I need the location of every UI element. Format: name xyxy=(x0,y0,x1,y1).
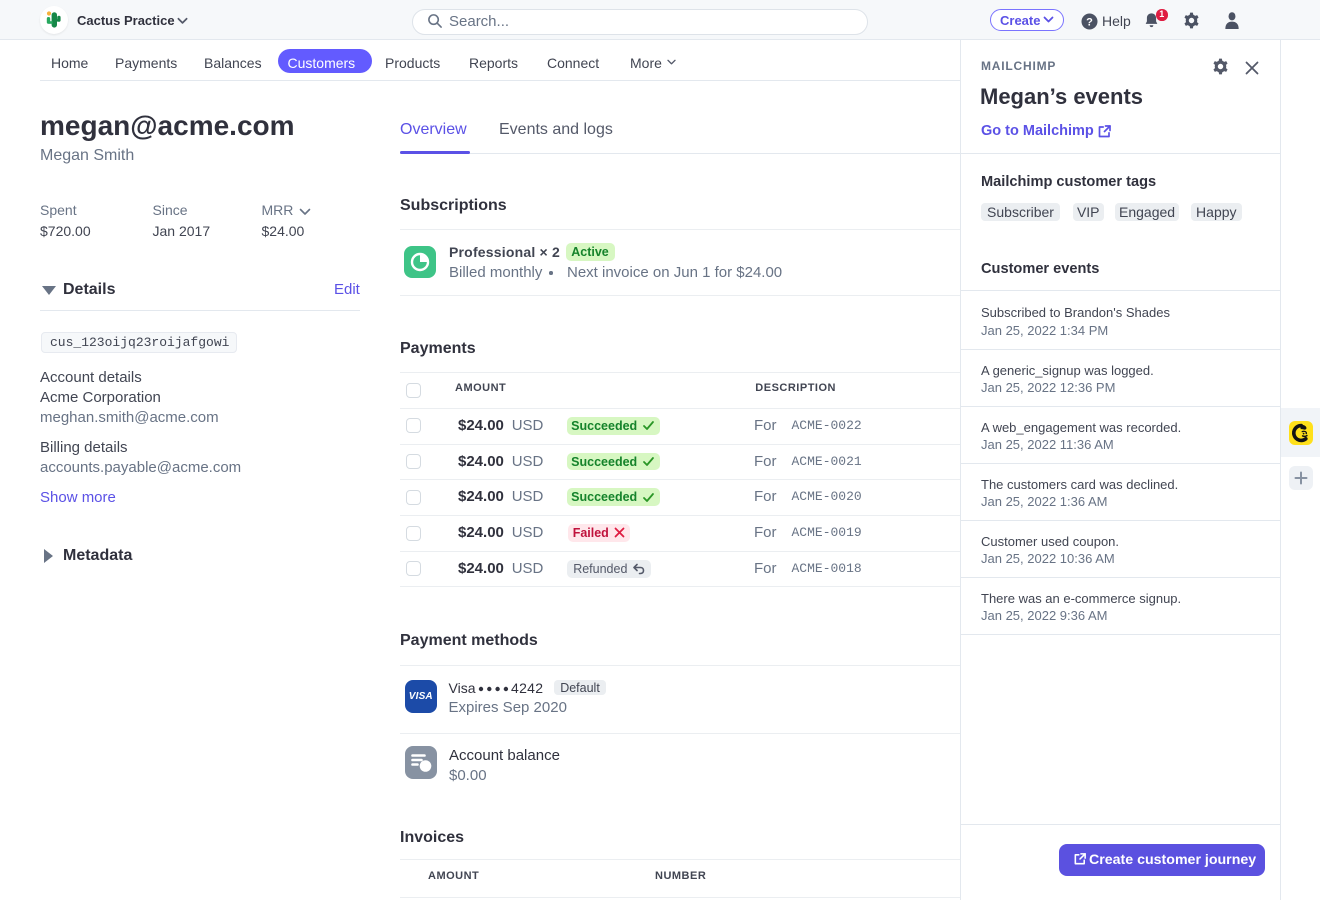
svg-text:?: ? xyxy=(1086,16,1093,28)
